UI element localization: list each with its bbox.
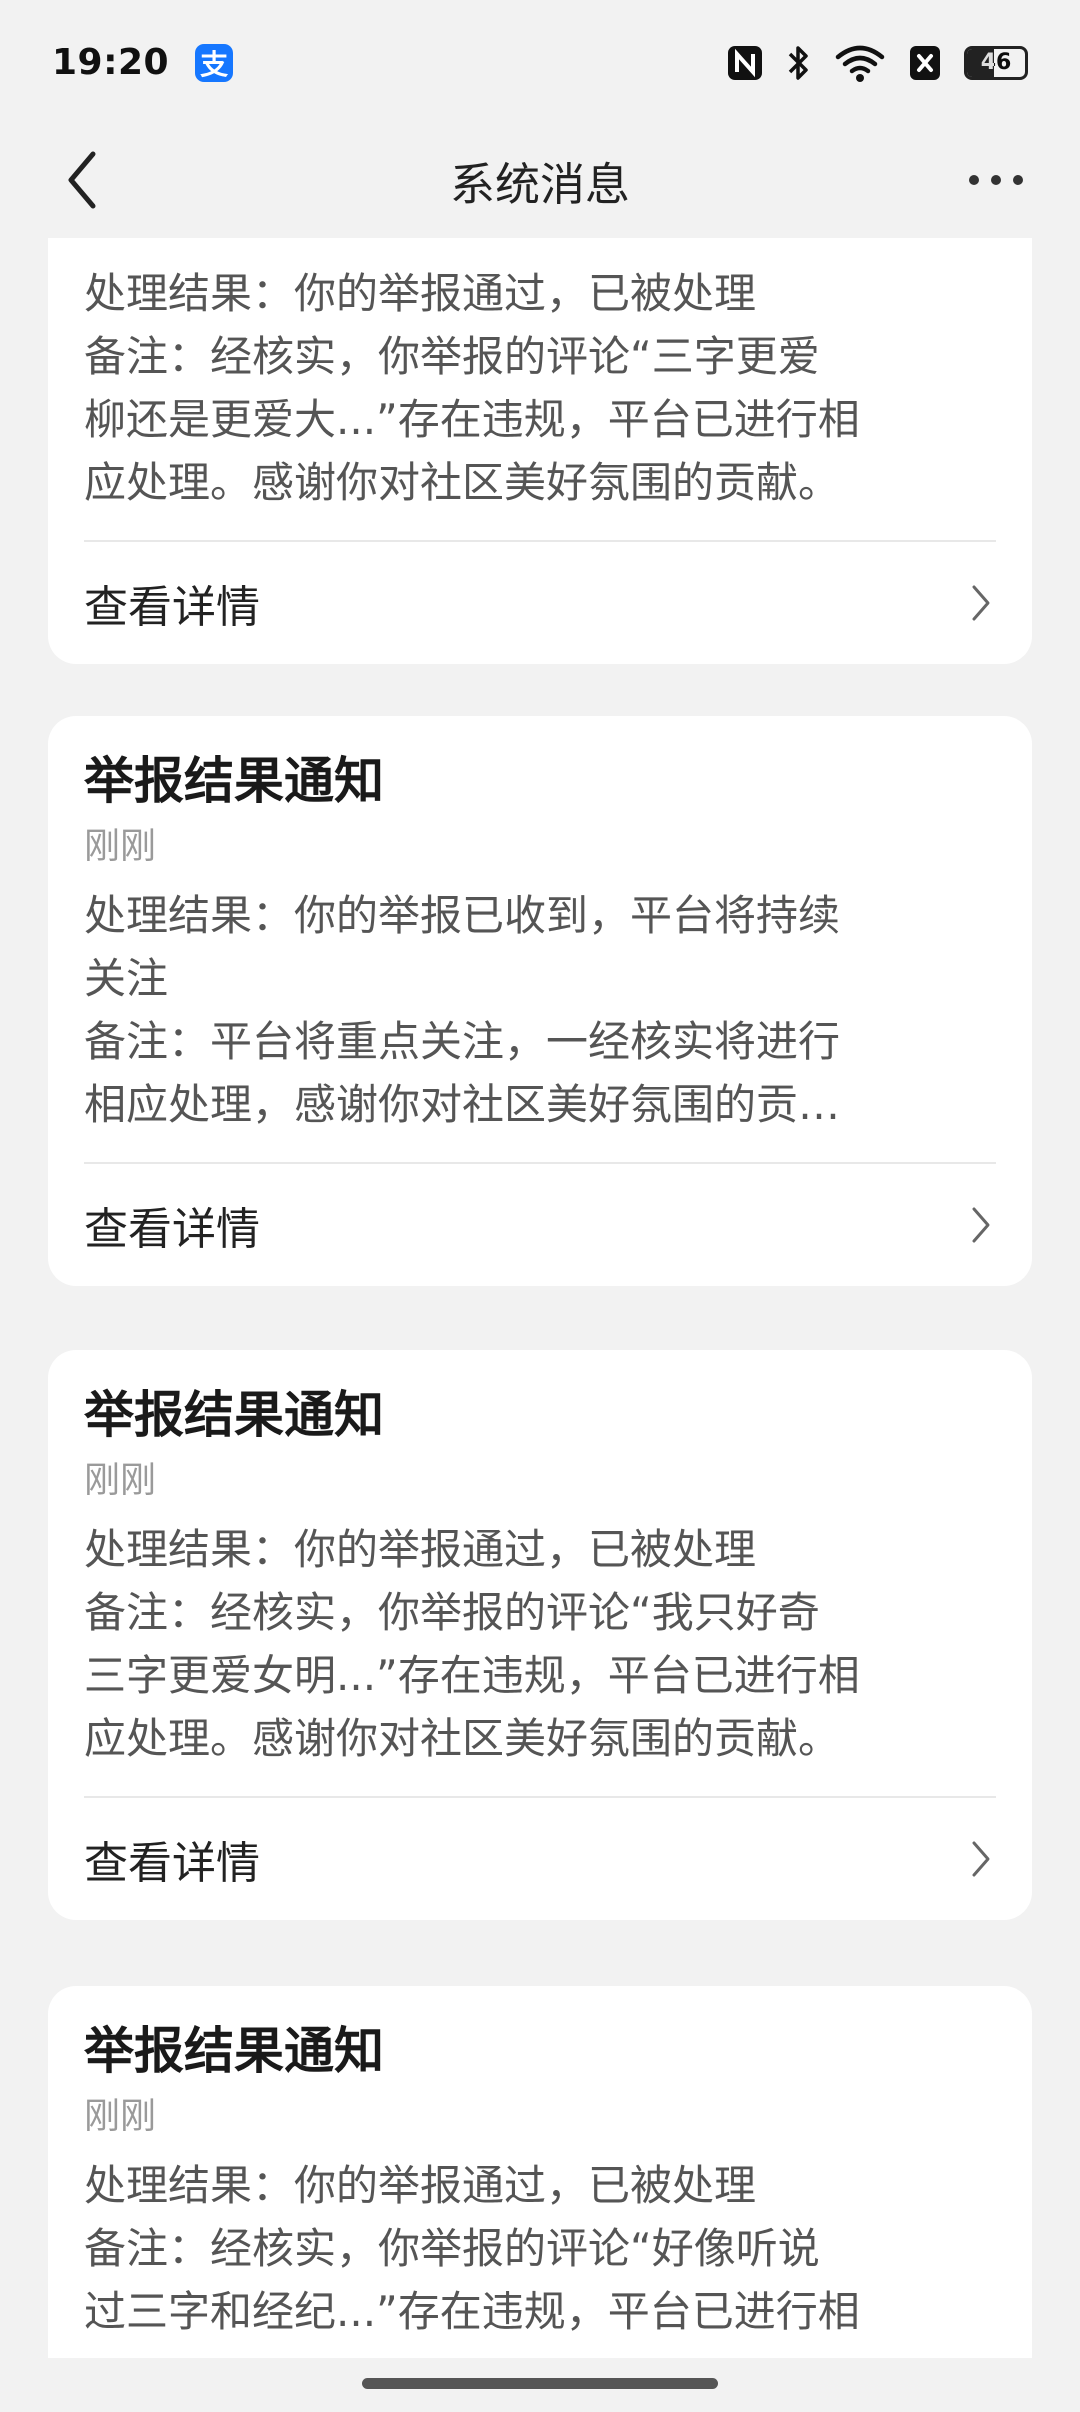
message-body-line: 应处理。感谢你对社区美好氛围的贡献。 (84, 458, 841, 507)
page-title: 系统消息 (449, 157, 630, 211)
view-details-link[interactable]: 查看详情 (84, 1164, 996, 1286)
message-body-line: 备注：经核实，你举报的评论“我只好奇 (84, 1588, 820, 1637)
chevron-right-icon (966, 1839, 996, 1879)
message-body-line: 处理结果：你的举报通过，已被处理 (84, 1525, 757, 1574)
wifi-icon (834, 43, 886, 83)
view-details-label: 查看详情 (84, 582, 260, 633)
message-body-line: 关注 (84, 954, 169, 1003)
message-title: 举报结果通知 (84, 752, 384, 810)
battery-level: 46 (980, 50, 1012, 75)
message-card[interactable]: 举报结果通知 刚刚 处理结果：你的举报通过，已被处理 备注：经核实，你举报的评论… (48, 1350, 1032, 1920)
message-time: 刚刚 (84, 826, 157, 867)
chevron-right-icon (966, 1205, 996, 1245)
view-details-link[interactable]: 查看详情 (84, 1798, 996, 1920)
message-body: 处理结果：你的举报通过，已被处理 备注：经核实，你举报的评论“好像听说 过三字和… (84, 2154, 996, 2343)
message-card[interactable]: 举报结果通知 刚刚 处理结果：你的举报已收到，平台将持续 关注 备注：平台将重点… (48, 716, 1032, 1286)
more-horizontal-icon (969, 175, 979, 185)
message-body: 处理结果：你的举报通过，已被处理 备注：经核实，你举报的评论“三字更爱 柳还是更… (84, 262, 996, 514)
message-card[interactable]: 举报结果通知 刚刚 处理结果：你的举报通过，已被处理 备注：经核实，你举报的评论… (48, 1986, 1032, 2358)
bluetooth-icon (786, 43, 812, 83)
status-bar: 19:20 支 46 (0, 0, 1080, 125)
message-body-line: 处理结果：你的举报已收到，平台将持续 (84, 891, 841, 940)
message-card[interactable]: 处理结果：你的举报通过，已被处理 备注：经核实，你举报的评论“三字更爱 柳还是更… (48, 238, 1032, 664)
message-body-line: 三字更爱女明...”存在违规，平台已进行相 (84, 1651, 860, 1700)
home-indicator[interactable] (362, 2378, 718, 2389)
message-body-line: 处理结果：你的举报通过，已被处理 (84, 2161, 757, 2210)
message-body-line: 备注：经核实，你举报的评论“三字更爱 (84, 332, 820, 381)
status-time: 19:20 (52, 42, 170, 83)
message-body-line: 柳还是更爱大...”存在违规，平台已进行相 (84, 395, 860, 444)
message-body-line: 备注：经核实，你举报的评论“好像听说 (84, 2224, 820, 2273)
more-options-button[interactable] (956, 145, 1036, 215)
back-button[interactable] (48, 145, 118, 215)
nfc-icon (726, 44, 764, 82)
status-bar-left: 19:20 支 (52, 42, 234, 83)
message-body-line: 处理结果：你的举报通过，已被处理 (84, 269, 757, 318)
battery-icon: 46 (964, 45, 1028, 80)
message-list: 处理结果：你的举报通过，已被处理 备注：经核实，你举报的评论“三字更爱 柳还是更… (0, 238, 1080, 2358)
chevron-left-icon (68, 151, 96, 209)
message-body-line: 应处理。感谢你对社区美好氛围的贡献。 (84, 1714, 841, 1763)
message-time: 刚刚 (84, 1460, 157, 1501)
sim-icon (908, 44, 942, 82)
message-body: 处理结果：你的举报已收到，平台将持续 关注 备注：平台将重点关注，一经核实将进行… (84, 884, 996, 1136)
chevron-right-icon (966, 583, 996, 623)
message-title: 举报结果通知 (84, 1386, 384, 1444)
message-body-line: 相应处理，感谢你对社区美好氛围的贡… (84, 1080, 841, 1129)
alipay-icon: 支 (195, 43, 234, 82)
status-bar-right: 46 (726, 43, 1028, 83)
view-details-link[interactable]: 查看详情 (84, 542, 996, 664)
top-navigation-bar: 系统消息 (0, 125, 1080, 235)
message-title: 举报结果通知 (84, 2022, 384, 2080)
message-body-line: 过三字和经纪...”存在违规，平台已进行相 (84, 2287, 860, 2336)
view-details-label: 查看详情 (84, 1838, 260, 1889)
message-time: 刚刚 (84, 2096, 157, 2137)
message-body-line: 备注：平台将重点关注，一经核实将进行 (84, 1017, 841, 1066)
view-details-label: 查看详情 (84, 1204, 260, 1255)
message-body: 处理结果：你的举报通过，已被处理 备注：经核实，你举报的评论“我只好奇 三字更爱… (84, 1518, 996, 1770)
